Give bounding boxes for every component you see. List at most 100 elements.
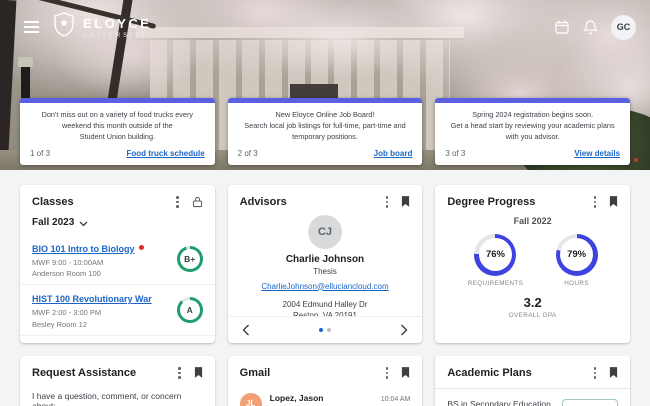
class-room: Besley Room 12 — [32, 320, 169, 331]
plan-action-button[interactable] — [562, 399, 618, 406]
kebab-menu-icon[interactable] — [174, 194, 181, 210]
degree-progress-card: Degree Progress Fall 2022 76% REQUIREMEN… — [435, 185, 630, 343]
progress-label: HOURS — [556, 280, 598, 287]
announcement-footer: 3 of 3 View details — [435, 145, 630, 165]
class-room: Anderson Room 100 — [32, 269, 169, 280]
advisors-card: Advisors CJ Charlie Johnson Thesis Charl… — [228, 185, 423, 343]
menu-icon[interactable] — [24, 21, 39, 33]
class-row: HIST 100 Revolutionary War MWF 2:00 - 3:… — [20, 284, 215, 335]
grade-value: A — [180, 300, 200, 320]
alert-dot-icon — [139, 245, 144, 250]
carousel-dot[interactable] — [327, 328, 331, 332]
kebab-menu-icon[interactable] — [384, 194, 391, 210]
classes-card: Classes Fall 2023 BIO 101 Intro to Biolo… — [20, 185, 215, 343]
kebab-menu-icon[interactable] — [384, 365, 391, 381]
announcement-line: Don't miss out on a variety of food truc… — [24, 110, 211, 121]
announcement-row: Don't miss out on a variety of food truc… — [20, 98, 630, 165]
top-right-actions: GC — [554, 15, 636, 40]
view-details-link[interactable]: View details — [574, 149, 620, 158]
card-header: Advisors — [228, 185, 423, 214]
chevron-right-icon[interactable] — [400, 324, 408, 336]
job-board-link[interactable]: Job board — [374, 149, 413, 158]
advisor-email-link[interactable]: CharlieJohnson@elluciancloud.com — [261, 282, 388, 291]
email-time: 10:04 AM — [381, 396, 411, 403]
address-line: 2004 Edmund Halley Dr — [228, 299, 423, 311]
shield-logo-icon — [53, 12, 75, 42]
announcement-text: New Eloyce Online Job Board! Search loca… — [228, 103, 423, 145]
bookmark-icon[interactable] — [401, 196, 410, 207]
degree-term: Fall 2022 — [435, 216, 630, 226]
calendar-icon[interactable] — [554, 19, 570, 35]
announcement-text: Don't miss out on a variety of food truc… — [20, 103, 215, 145]
bookmark-icon[interactable] — [194, 367, 203, 378]
progress-label: REQUIREMENTS — [468, 280, 524, 287]
term-selector[interactable]: Fall 2023 — [20, 214, 215, 235]
brand-tagline: UNIVERSITY — [83, 33, 151, 39]
email-row[interactable]: JL Lopez, Jason 10:04 AM NEW Financial A… — [228, 385, 423, 406]
page-indicator: 2 of 3 — [238, 149, 258, 158]
class-row: ENG 200 Creative Writing TTH 10:00 - 11:… — [20, 335, 215, 343]
request-prompt: I have a question, comment, or concern a… — [20, 385, 215, 406]
advisor-avatar: CJ — [308, 215, 342, 249]
announcement-card-1: Don't miss out on a variety of food truc… — [20, 98, 215, 165]
class-link[interactable]: HIST 100 Revolutionary War — [32, 294, 152, 304]
kebab-menu-icon[interactable] — [592, 194, 599, 210]
gpa-label: OVERALL GPA — [435, 312, 630, 319]
sender-avatar: JL — [240, 393, 262, 406]
announcement-text: Spring 2024 registration begins soon. Ge… — [435, 103, 630, 145]
class-schedule: MWF 9:00 - 10:00AM — [32, 258, 169, 269]
card-title: Request Assistance — [32, 367, 176, 379]
top-bar: ELOYCE UNIVERSITY GC — [24, 12, 636, 42]
degree-rings: 76% REQUIREMENTS 79% HOURS — [435, 234, 630, 287]
announcement-footer: 1 of 3 Food truck schedule — [20, 145, 215, 165]
card-header: Academic Plans — [435, 356, 630, 385]
lock-icon[interactable] — [192, 196, 203, 208]
card-title: Gmail — [240, 367, 384, 379]
advisor-carousel — [228, 316, 423, 343]
progress-value: 79% — [560, 238, 593, 271]
bookmark-icon[interactable] — [401, 367, 410, 378]
card-header: Request Assistance — [20, 356, 215, 385]
carousel-dot[interactable] — [319, 328, 323, 332]
food-truck-schedule-link[interactable]: Food truck schedule — [126, 149, 204, 158]
announcement-line: with you advisor. — [439, 132, 626, 143]
user-avatar[interactable]: GC — [611, 15, 636, 40]
card-title: Classes — [32, 196, 174, 208]
plan-row: BS in Secondary Education and — [435, 389, 630, 406]
dashboard-grid: Classes Fall 2023 BIO 101 Intro to Biolo… — [0, 170, 650, 406]
progress-value: 76% — [479, 238, 512, 271]
bell-icon[interactable] — [583, 19, 598, 35]
hours-progress: 79% HOURS — [556, 234, 598, 287]
grade-ring: B+ — [177, 246, 203, 272]
kebab-menu-icon[interactable] — [176, 365, 183, 381]
request-assistance-card: Request Assistance I have a question, co… — [20, 356, 215, 406]
announcement-line: New Eloyce Online Job Board! — [232, 110, 419, 121]
photo-decoration — [634, 158, 638, 162]
term-label: Fall 2023 — [32, 217, 74, 228]
announcement-line: Search local job listings for full-time,… — [232, 121, 419, 132]
requirements-progress: 76% REQUIREMENTS — [468, 234, 524, 287]
academic-plans-card: Academic Plans BS in Secondary Education… — [435, 356, 630, 406]
brand-name: ELOYCE — [83, 16, 151, 31]
announcement-line: Student Union building. — [24, 132, 211, 143]
card-title: Advisors — [240, 196, 384, 208]
chevron-down-icon — [79, 214, 88, 232]
announcement-card-2: New Eloyce Online Job Board! Search loca… — [228, 98, 423, 165]
progress-ring: 79% — [556, 234, 598, 276]
brand: ELOYCE UNIVERSITY — [53, 12, 151, 42]
class-link[interactable]: BIO 101 Intro to Biology — [32, 244, 135, 254]
page-indicator: 1 of 3 — [30, 149, 50, 158]
sender-name: Lopez, Jason — [270, 393, 324, 403]
bookmark-icon[interactable] — [609, 196, 618, 207]
class-row: BIO 101 Intro to Biology MWF 9:00 - 10:0… — [20, 235, 215, 285]
photo-decoration — [0, 0, 16, 170]
chevron-left-icon[interactable] — [242, 324, 250, 336]
kebab-menu-icon[interactable] — [592, 365, 599, 381]
grade-value: B+ — [180, 249, 200, 269]
advisor-role: Thesis — [228, 267, 423, 276]
bookmark-icon[interactable] — [609, 367, 618, 378]
grade-ring: A — [177, 297, 203, 323]
photo-decoration — [18, 57, 33, 67]
progress-ring: 76% — [474, 234, 516, 276]
card-header: Classes — [20, 185, 215, 214]
